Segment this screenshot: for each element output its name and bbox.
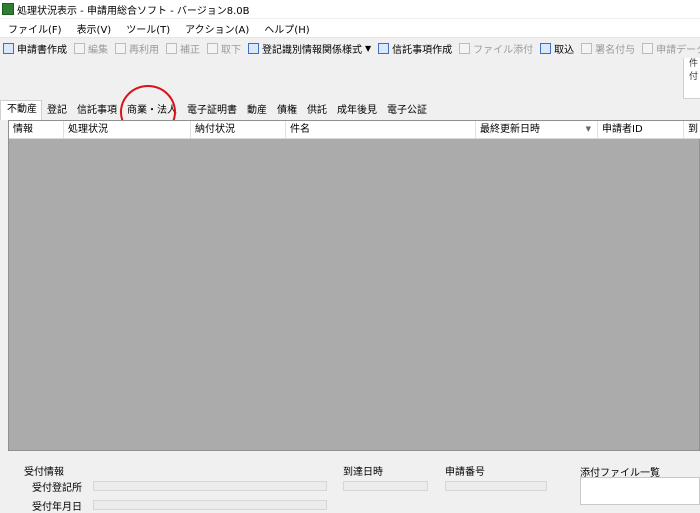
withdraw-button[interactable]: 取下: [204, 39, 245, 57]
menu-help[interactable]: ヘルプ(H): [256, 21, 316, 36]
send-data-button[interactable]: 申請データ送信: [639, 39, 700, 57]
receipt-date-field: [93, 500, 327, 510]
import-icon: [540, 42, 552, 54]
arrival-time-field: [343, 481, 428, 491]
import-button[interactable]: 取込: [537, 39, 578, 57]
receipt-date-label: 受付年月日: [32, 502, 82, 513]
column-payment-status[interactable]: 納付状況: [191, 121, 286, 138]
dropdown-arrow-icon: ▼: [365, 43, 372, 53]
menu-tools[interactable]: ツール(T): [118, 21, 177, 36]
toolbar: 申請書作成 編集 再利用 補正 取下 登記識別情報関係様式 ▼ 信託事項作成 フ…: [0, 38, 700, 58]
sign-button[interactable]: 署名付与: [578, 39, 639, 57]
column-arrival[interactable]: 到: [684, 121, 700, 138]
menu-view[interactable]: 表示(V): [69, 21, 119, 36]
receipt-info-label: 受付情報: [24, 467, 64, 478]
sort-down-icon: ▼: [585, 125, 591, 133]
column-process-status[interactable]: 処理状況: [64, 121, 191, 138]
application-number-label: 申請番号: [445, 467, 485, 478]
reuse-button[interactable]: 再利用: [112, 39, 163, 57]
app-icon: [2, 3, 14, 15]
window-title: 処理状況表示 - 申請用総合ソフト - バージョン8.0B: [17, 5, 250, 17]
withdraw-icon: [207, 42, 218, 54]
tab-receivables[interactable]: 債権: [272, 102, 302, 120]
edit-button[interactable]: 編集: [71, 39, 112, 57]
attach-icon: [459, 42, 471, 54]
receipt-office-field: [93, 481, 327, 491]
registration-forms-dropdown[interactable]: 登記識別情報関係様式 ▼: [245, 39, 375, 57]
tab-electronic-notary[interactable]: 電子公証: [382, 102, 432, 120]
column-applicant-id[interactable]: 申請者ID: [598, 121, 684, 138]
edit-icon: [74, 42, 85, 54]
reuse-icon: [115, 42, 126, 54]
title-bar: 処理状況表示 - 申請用総合ソフト - バージョン8.0B: [0, 0, 700, 18]
tab-registration[interactable]: 登記: [42, 102, 72, 120]
column-info[interactable]: 情報: [9, 121, 64, 138]
create-application-button[interactable]: 申請書作成: [0, 39, 71, 57]
category-tabs: 不動産 登記 信託事項 商業・法人 電子証明書 動産 債権 供託 成年後見 電子…: [0, 100, 432, 120]
trust-document-icon: [378, 42, 390, 54]
new-document-icon: [3, 42, 14, 54]
menu-file[interactable]: ファイル(F): [0, 21, 69, 36]
column-last-updated[interactable]: 最終更新日時 ▼: [476, 121, 598, 138]
tab-commercial-corporate[interactable]: 商業・法人: [122, 102, 182, 120]
tab-deposit[interactable]: 供託: [302, 102, 332, 120]
menu-bar: ファイル(F) 表示(V) ツール(T) アクション(A) ヘルプ(H): [0, 19, 700, 38]
amend-icon: [166, 42, 177, 54]
detail-panel: 受付情報 受付登記所 受付年月日 到達日時 申請番号 添付ファイル一覧: [0, 451, 700, 513]
tab-electronic-certificate[interactable]: 電子証明書: [182, 102, 242, 120]
column-subject[interactable]: 件名: [286, 121, 476, 138]
status-grid[interactable]: 情報 処理状況 納付状況 件名 最終更新日時 ▼ 申請者ID 到: [8, 120, 700, 451]
trust-items-button[interactable]: 信託事項作成: [375, 39, 456, 57]
grid-header: 情報 処理状況 納付状況 件名 最終更新日時 ▼ 申請者ID 到: [9, 121, 700, 139]
tab-movables[interactable]: 動産: [242, 102, 272, 120]
attach-file-button[interactable]: ファイル添付: [456, 39, 537, 57]
tab-trust-items[interactable]: 信託事項: [72, 102, 122, 120]
tab-adult-guardianship[interactable]: 成年後見: [332, 102, 382, 120]
right-info-panel: 件 付: [683, 58, 700, 99]
attachments-list[interactable]: [580, 477, 700, 505]
form-icon: [248, 42, 259, 54]
receipt-office-label: 受付登記所: [32, 483, 82, 494]
arrival-time-label: 到達日時: [343, 467, 383, 478]
application-number-field: [445, 481, 547, 491]
tab-real-estate[interactable]: 不動産: [0, 100, 42, 120]
amend-button[interactable]: 補正: [163, 39, 204, 57]
signature-icon: [581, 42, 593, 54]
menu-action[interactable]: アクション(A): [177, 21, 256, 36]
send-icon: [642, 42, 654, 54]
